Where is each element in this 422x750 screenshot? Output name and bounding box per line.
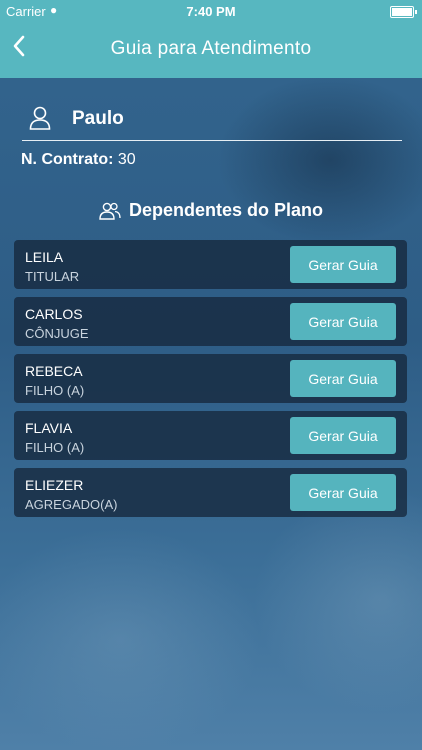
- clock: 7:40 PM: [186, 4, 236, 19]
- status-bar: Carrier ● 7:40 PM: [0, 0, 422, 22]
- dependent-relation: FILHO (A): [25, 383, 85, 398]
- list-item: LEILA TITULAR Gerar Guia: [14, 240, 407, 289]
- list-item: REBECA FILHO (A) Gerar Guia: [14, 354, 407, 403]
- generate-guide-button[interactable]: Gerar Guia: [290, 417, 396, 454]
- section-title-text: Dependentes do Plano: [128, 200, 324, 220]
- dependent-name: FLAVIA: [25, 420, 73, 436]
- dependent-relation: CÔNJUGE: [25, 326, 89, 341]
- generate-guide-button[interactable]: Gerar Guia: [290, 303, 396, 340]
- user-icon: [29, 106, 51, 130]
- dependent-name: LEILA: [25, 249, 64, 265]
- generate-guide-button[interactable]: Gerar Guia: [290, 246, 396, 283]
- contract-label: N. Contrato:: [21, 151, 114, 168]
- list-item: CARLOS CÔNJUGE Gerar Guia: [14, 297, 407, 346]
- dependent-relation: FILHO (A): [25, 440, 85, 455]
- generate-guide-button[interactable]: Gerar Guia: [290, 474, 396, 511]
- battery-icon: [390, 6, 417, 18]
- contract-value: 30: [117, 151, 136, 168]
- contract-info: N. Contrato: 30: [21, 151, 136, 169]
- dependent-name: CARLOS: [25, 306, 83, 322]
- navigation-bar: Guia para Atendimento: [0, 22, 422, 78]
- dependent-relation: TITULAR: [25, 269, 80, 284]
- dependent-relation: AGREGADO(A): [25, 497, 118, 512]
- dependents-list: LEILA TITULAR Gerar Guia CARLOS CÔNJUGE …: [14, 240, 407, 525]
- dependent-name: ELIEZER: [25, 477, 84, 493]
- list-item: ELIEZER AGREGADO(A) Gerar Guia: [14, 468, 407, 517]
- list-item: FLAVIA FILHO (A) Gerar Guia: [14, 411, 407, 460]
- user-row: Paulo: [22, 96, 402, 141]
- group-icon: [99, 202, 121, 220]
- page-title: Guia para Atendimento: [110, 38, 312, 59]
- dependent-name: REBECA: [25, 363, 83, 379]
- section-title: Dependentes do Plano: [0, 200, 422, 221]
- generate-guide-button[interactable]: Gerar Guia: [290, 360, 396, 397]
- user-name: Paulo: [72, 108, 124, 129]
